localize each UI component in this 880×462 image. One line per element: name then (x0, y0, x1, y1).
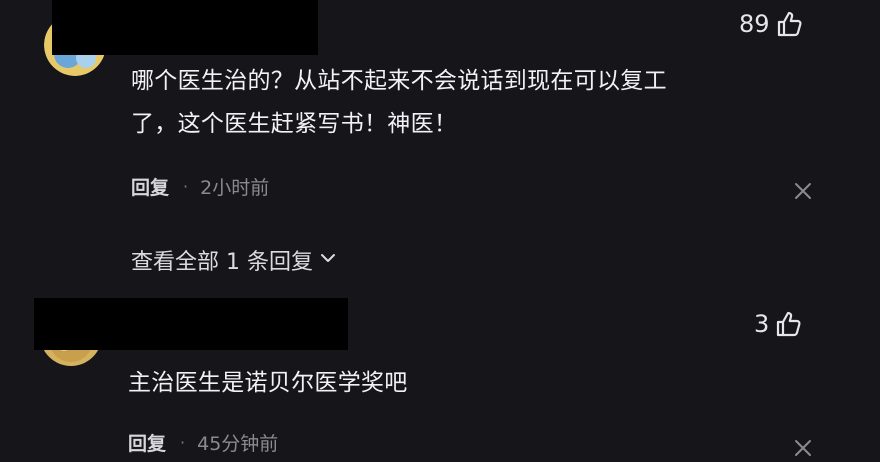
comment-item: 89 哪个医生治的？从站不起来不会说话到现在可以复工 了，这个医生赶紧写书！神医… (0, 0, 880, 290)
comment-meta: 回复 · 2小时前 (131, 173, 269, 200)
thumbs-up-icon (776, 10, 804, 38)
like-count: 89 (739, 10, 770, 38)
reply-button[interactable]: 回复 (131, 173, 169, 200)
redacted-username (52, 0, 318, 55)
comment-item: 3 主治医生是诺贝尔医学奖吧 回复 · 45分钟前 (0, 290, 880, 458)
chevron-down-icon (319, 248, 337, 273)
close-icon[interactable] (793, 438, 813, 462)
comment-text: 哪个医生治的？从站不起来不会说话到现在可以复工 了，这个医生赶紧写书！神医！ (131, 60, 811, 146)
separator-dot: · (183, 177, 189, 196)
close-icon[interactable] (793, 181, 813, 205)
view-replies-label: 查看全部 1 条回复 (131, 250, 313, 275)
separator-dot: · (180, 433, 186, 452)
comment-text-line: 了，这个医生赶紧写书！神医！ (131, 111, 458, 137)
comment-text-line: 哪个医生治的？从站不起来不会说话到现在可以复工 (131, 68, 667, 94)
like-count: 3 (754, 310, 770, 338)
timestamp: 2小时前 (200, 177, 270, 199)
comment-text: 主治医生是诺贝尔医学奖吧 (128, 362, 808, 405)
timestamp: 45分钟前 (197, 433, 279, 455)
redacted-username (34, 298, 348, 350)
comment-text-line: 主治医生是诺贝尔医学奖吧 (128, 370, 408, 396)
like-button[interactable]: 3 (754, 310, 803, 338)
view-all-replies-button[interactable]: 查看全部 1 条回复 (131, 244, 337, 276)
comment-meta: 回复 · 45分钟前 (128, 429, 278, 456)
reply-button[interactable]: 回复 (128, 429, 166, 456)
thumbs-up-icon (775, 310, 803, 338)
like-button[interactable]: 89 (739, 10, 804, 38)
